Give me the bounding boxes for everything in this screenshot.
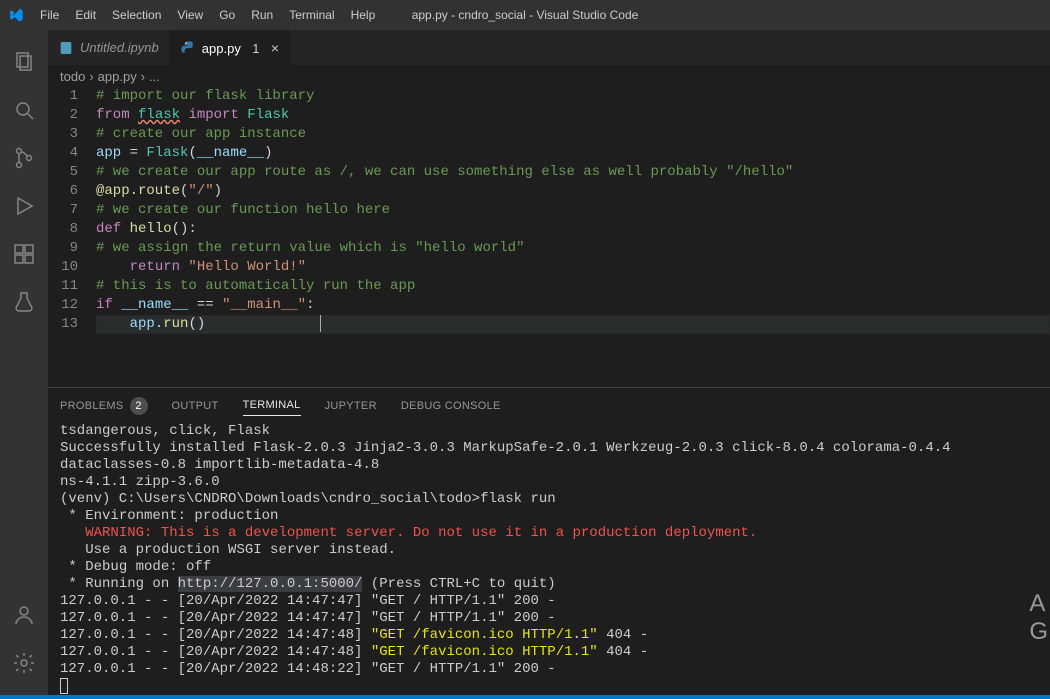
menu-edit[interactable]: Edit [67,4,104,26]
activity-bar [0,30,48,695]
menu-view[interactable]: View [169,4,211,26]
source-control-icon[interactable] [0,134,48,182]
explorer-icon[interactable] [0,38,48,86]
terminal-url[interactable]: http://127.0.0.1:5000/ [178,576,363,592]
panel-tabs: PROBLEMS2 OUTPUT TERMINAL JUPYTER DEBUG … [48,388,1050,423]
breadcrumbs[interactable]: todo › app.py ›... [48,65,1050,87]
terminal-line: Successfully installed Flask-2.0.3 Jinja… [60,440,1038,474]
code-editor[interactable]: 12345678910111213 # import our flask lib… [48,87,1050,387]
chevron-right-icon: › [89,69,93,84]
panel-tab-debug[interactable]: DEBUG CONSOLE [401,396,501,416]
close-icon[interactable]: × [271,40,279,56]
terminal-line: (venv) C:\Users\CNDRO\Downloads\cndro_so… [60,491,1038,508]
titlebar: FileEditSelectionViewGoRunTerminalHelp a… [0,0,1050,30]
testing-icon[interactable] [0,278,48,326]
terminal-output[interactable]: tsdangerous, click, FlaskSuccessfully in… [48,423,1050,695]
vscode-logo-icon [8,7,24,23]
terminal-line: ns-4.1.1 zipp-3.6.0 [60,474,1038,491]
menu-help[interactable]: Help [343,4,384,26]
bottom-panel: PROBLEMS2 OUTPUT TERMINAL JUPYTER DEBUG … [48,387,1050,695]
tab-label: app.py [202,41,241,56]
terminal-line: 127.0.0.1 - - [20/Apr/2022 14:48:22] "GE… [60,661,1038,678]
panel-tab-jupyter[interactable]: JUPYTER [325,396,377,416]
window-title: app.py - cndro_social - Visual Studio Co… [412,8,639,22]
breadcrumb-item[interactable]: app.py [98,69,137,84]
tab-label: Untitled.ipynb [80,40,159,55]
terminal-line: * Debug mode: off [60,559,1038,576]
accounts-icon[interactable] [0,591,48,639]
panel-tab-problems[interactable]: PROBLEMS2 [60,393,148,419]
problems-badge: 2 [130,397,148,415]
breadcrumb-item[interactable]: ... [149,69,160,84]
terminal-line: 127.0.0.1 - - [20/Apr/2022 14:47:48] "GE… [60,627,1038,644]
menu-terminal[interactable]: Terminal [281,4,342,26]
tab-app-py[interactable]: app.py 1 × [170,30,290,65]
menu-go[interactable]: Go [211,4,243,26]
terminal-line: 127.0.0.1 - - [20/Apr/2022 14:47:47] "GE… [60,610,1038,627]
chevron-right-icon: › [141,69,145,84]
terminal-line: tsdangerous, click, Flask [60,423,1038,440]
panel-tab-terminal[interactable]: TERMINAL [243,395,301,416]
menu-file[interactable]: File [32,4,67,26]
terminal-line: Use a production WSGI server instead. [60,542,1038,559]
search-icon[interactable] [0,86,48,134]
settings-gear-icon[interactable] [0,639,48,687]
run-debug-icon[interactable] [0,182,48,230]
modified-indicator: 1 [247,41,265,56]
terminal-line: * Environment: production [60,508,1038,525]
terminal-line: * Running on http://127.0.0.1:5000/ (Pre… [60,576,1038,593]
terminal-line: 127.0.0.1 - - [20/Apr/2022 14:47:48] "GE… [60,644,1038,661]
editor-tabs: Untitled.ipynb app.py 1 × [48,30,1050,65]
terminal-line: WARNING: This is a development server. D… [60,525,1038,542]
menu-run[interactable]: Run [243,4,281,26]
python-icon [180,40,196,56]
code-content[interactable]: # import our flask libraryfrom flask imp… [96,87,1050,387]
extensions-icon[interactable] [0,230,48,278]
tab-untitled-ipynb[interactable]: Untitled.ipynb [48,30,170,65]
notebook-icon [58,40,74,56]
panel-tab-output[interactable]: OUTPUT [172,396,219,416]
breadcrumb-item[interactable]: todo [60,69,85,84]
terminal-line: 127.0.0.1 - - [20/Apr/2022 14:47:47] "GE… [60,593,1038,610]
menu-selection[interactable]: Selection [104,4,169,26]
terminal-cursor [60,678,1038,695]
line-numbers: 12345678910111213 [48,87,96,387]
right-edge-text: AG [1029,590,1048,646]
menu-bar: FileEditSelectionViewGoRunTerminalHelp [32,4,383,26]
status-bar[interactable] [0,695,1050,699]
